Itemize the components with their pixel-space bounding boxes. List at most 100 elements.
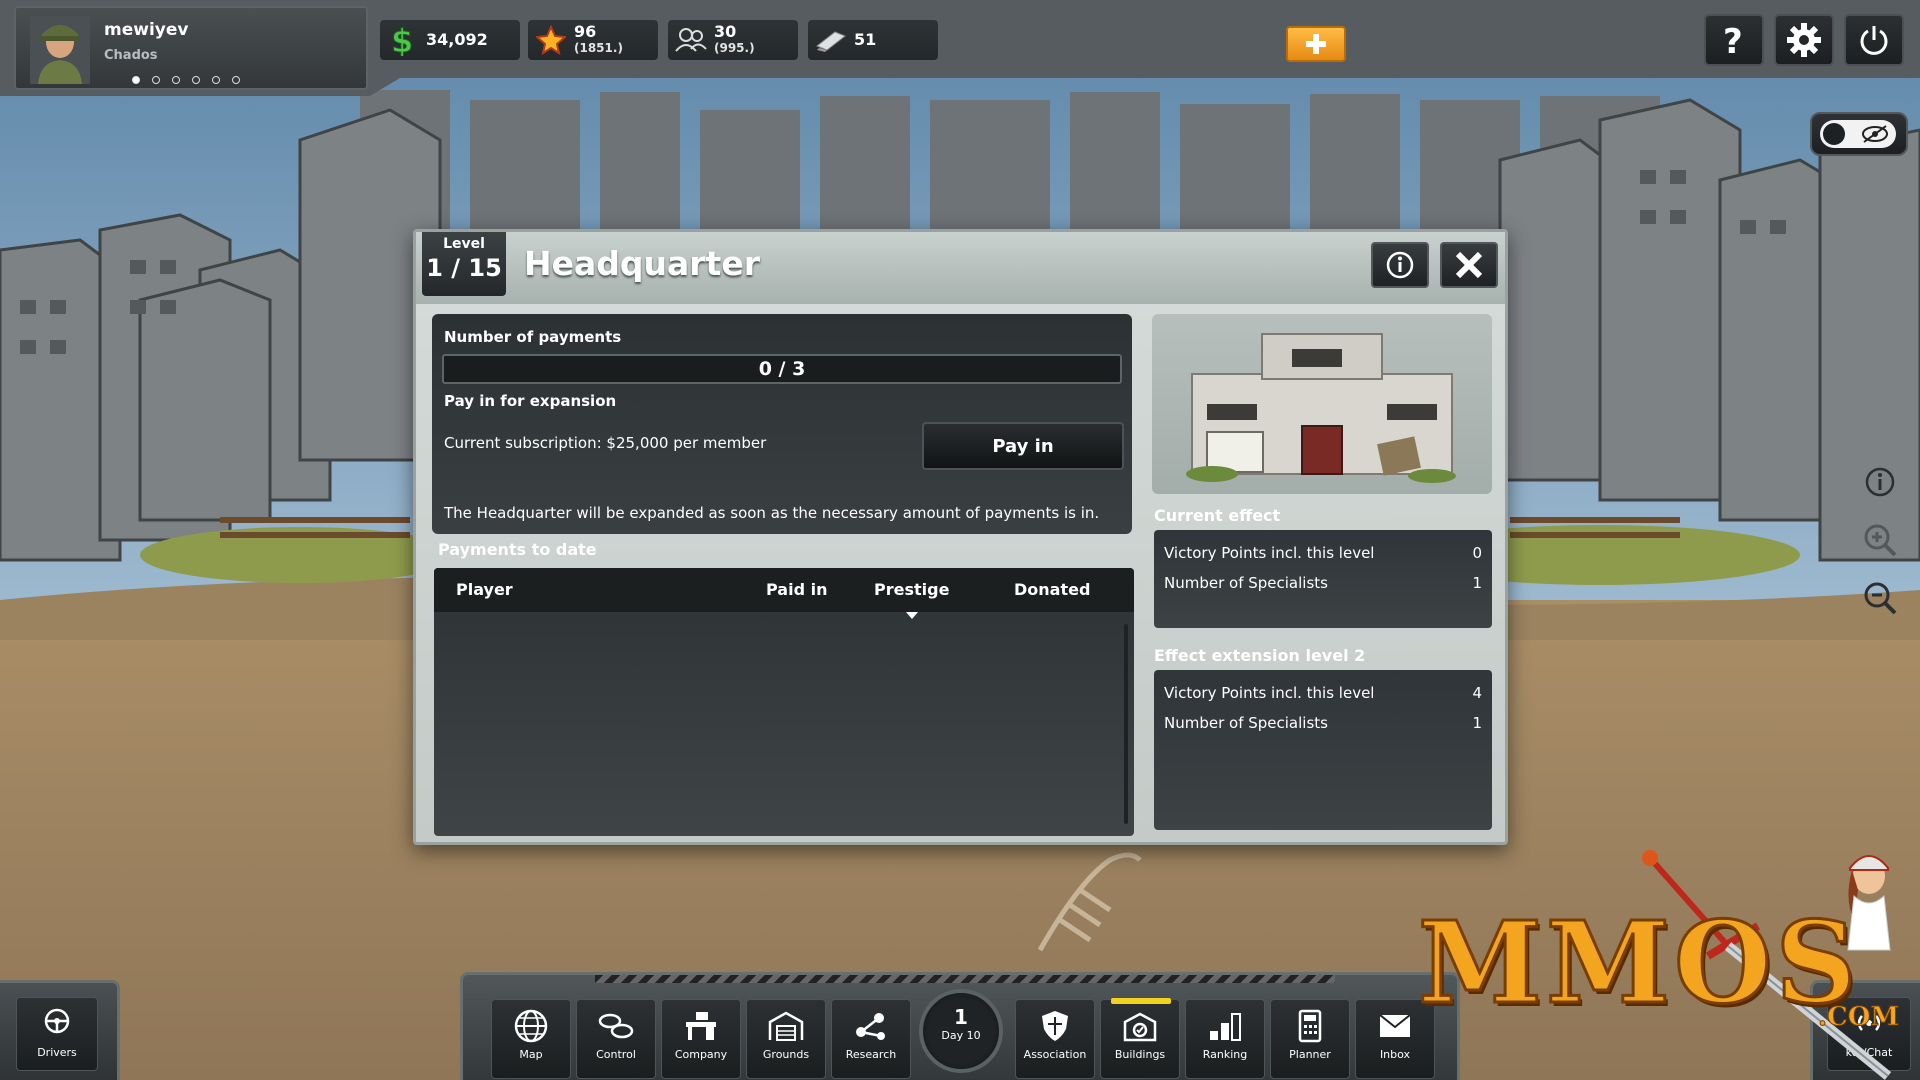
info-button[interactable]: [1371, 242, 1429, 288]
watermark-text: MMOS: [1416, 897, 1861, 1031]
nav-association-button[interactable]: Association: [1015, 999, 1095, 1079]
day-clock[interactable]: 1 Day 10: [919, 989, 1003, 1073]
tokens-resource[interactable]: 51: [808, 20, 938, 60]
drivers-label: Drivers: [37, 1046, 77, 1059]
settings-button[interactable]: [1774, 14, 1834, 66]
nav-control-label: Control: [596, 1048, 636, 1061]
player-panel[interactable]: mewiyev Chados: [14, 6, 368, 90]
page-dots: [132, 76, 240, 84]
map-tools: [1852, 452, 1908, 632]
column-paid-in[interactable]: Paid in: [766, 580, 827, 599]
current-effect-title: Current effect: [1154, 506, 1281, 525]
eye-hidden-icon: [1862, 125, 1888, 143]
effect-value: 0: [1472, 544, 1482, 562]
effect-row: Victory Points incl. this level 0: [1164, 544, 1482, 562]
page-dot[interactable]: [192, 76, 200, 84]
nav-research-button[interactable]: Research: [831, 999, 911, 1079]
player-name: mewiyev: [104, 20, 189, 40]
table-header: Player Paid in Prestige Donated: [434, 568, 1134, 612]
plus-icon: [1306, 34, 1326, 54]
headquarter-building-image: [1152, 314, 1492, 494]
prestige-resource[interactable]: 96 (1851.): [528, 20, 658, 60]
info-icon: [1865, 467, 1895, 497]
logout-button[interactable]: [1844, 14, 1904, 66]
nav-company-label: Company: [674, 1048, 728, 1061]
svg-text:?: ?: [1723, 23, 1743, 57]
truck-token-icon: [814, 23, 848, 57]
nav-buildings-label: Buildings: [1114, 1048, 1166, 1061]
column-prestige[interactable]: Prestige: [874, 580, 949, 599]
payments-column: Number of payments 0 / 3 Pay in for expa…: [422, 306, 1141, 840]
column-player[interactable]: Player: [456, 580, 513, 599]
calculator-icon: [1298, 1009, 1322, 1043]
page-dot[interactable]: [132, 76, 140, 84]
payments-progress-bar: 0 / 3: [442, 354, 1122, 384]
watermark-suffix: .COM: [1817, 1002, 1900, 1033]
toggle-track: [1820, 120, 1896, 148]
tokens-value: 51: [854, 30, 877, 49]
nav-grounds-button[interactable]: Grounds: [746, 999, 826, 1079]
page-dot[interactable]: [172, 76, 180, 84]
garage-icon: [768, 1011, 804, 1041]
table-scrollbar[interactable]: [1124, 624, 1128, 824]
nav-control-button[interactable]: Control: [576, 999, 656, 1079]
nav-planner-button[interactable]: Planner: [1270, 999, 1350, 1079]
dialog-body: Number of payments 0 / 3 Pay in for expa…: [422, 306, 1502, 840]
drivers-button[interactable]: Drivers: [16, 997, 98, 1071]
drivers-panel: Drivers: [0, 980, 120, 1080]
dollar-icon: $: [386, 23, 420, 57]
effect-value: 1: [1472, 574, 1482, 592]
nav-planner-label: Planner: [1289, 1048, 1331, 1061]
globe-icon: [514, 1009, 548, 1043]
help-button[interactable]: ?: [1704, 14, 1764, 66]
bottom-navigation: Map Control Company Grounds Research 1 D…: [460, 972, 1460, 1080]
sort-descending-icon: [906, 612, 918, 619]
nav-research-label: Research: [845, 1048, 897, 1061]
payments-progress-text: 0 / 3: [758, 358, 806, 380]
page-dot[interactable]: [152, 76, 160, 84]
effect-row: Number of Specialists 1: [1164, 714, 1482, 732]
ranking-bars-icon: [1210, 1013, 1241, 1041]
effects-column: Current effect Victory Points incl. this…: [1150, 306, 1494, 840]
research-network-icon: [856, 1013, 885, 1040]
effect-label: Victory Points incl. this level: [1164, 544, 1375, 562]
close-icon: [1455, 251, 1483, 279]
shield-icon: [1042, 1011, 1068, 1041]
expansion-note: The Headquarter will be expanded as soon…: [444, 504, 1100, 522]
nav-ranking-button[interactable]: Ranking: [1185, 999, 1265, 1079]
close-button[interactable]: [1440, 242, 1498, 288]
nav-buildings-button[interactable]: Buildings: [1100, 998, 1180, 1079]
money-resource[interactable]: $ 34,092: [380, 20, 520, 60]
column-donated[interactable]: Donated: [1014, 580, 1090, 599]
add-resources-button[interactable]: [1286, 26, 1346, 62]
steering-wheel-icon: [44, 1008, 70, 1034]
effect-value: 1: [1472, 714, 1482, 732]
hide-ui-toggle[interactable]: [1810, 112, 1908, 156]
employees-resource[interactable]: 30 (995.): [668, 20, 798, 60]
zoom-out-button[interactable]: [1856, 574, 1904, 622]
next-effect-panel: Victory Points incl. this level 4 Number…: [1154, 670, 1492, 830]
pay-in-button[interactable]: Pay in: [922, 422, 1124, 470]
zoom-in-icon: [1864, 524, 1897, 557]
nav-map-button[interactable]: Map: [491, 999, 571, 1079]
page-dot[interactable]: [212, 76, 220, 84]
day-number: 1: [954, 1005, 968, 1029]
star-icon: [534, 23, 568, 57]
money-value: 34,092: [426, 30, 488, 49]
nav-company-button[interactable]: Company: [661, 999, 741, 1079]
pay-in-label: Pay in for expansion: [444, 392, 617, 410]
next-effect-title: Effect extension level 2: [1154, 646, 1366, 665]
employees-rank: (995.): [714, 41, 755, 55]
prestige-value: 96: [574, 22, 597, 41]
effect-row: Number of Specialists 1: [1164, 574, 1482, 592]
dialog-title: Headquarter: [524, 244, 760, 283]
power-icon: [1860, 26, 1888, 55]
zoom-out-icon: [1864, 582, 1897, 615]
zoom-in-button[interactable]: [1856, 516, 1904, 564]
nav-grounds-label: Grounds: [762, 1048, 810, 1061]
toggle-knob: [1823, 123, 1845, 145]
info-tool-button[interactable]: [1856, 458, 1904, 506]
nav-map-label: Map: [519, 1048, 543, 1061]
effect-label: Victory Points incl. this level: [1164, 684, 1375, 702]
page-dot[interactable]: [232, 76, 240, 84]
